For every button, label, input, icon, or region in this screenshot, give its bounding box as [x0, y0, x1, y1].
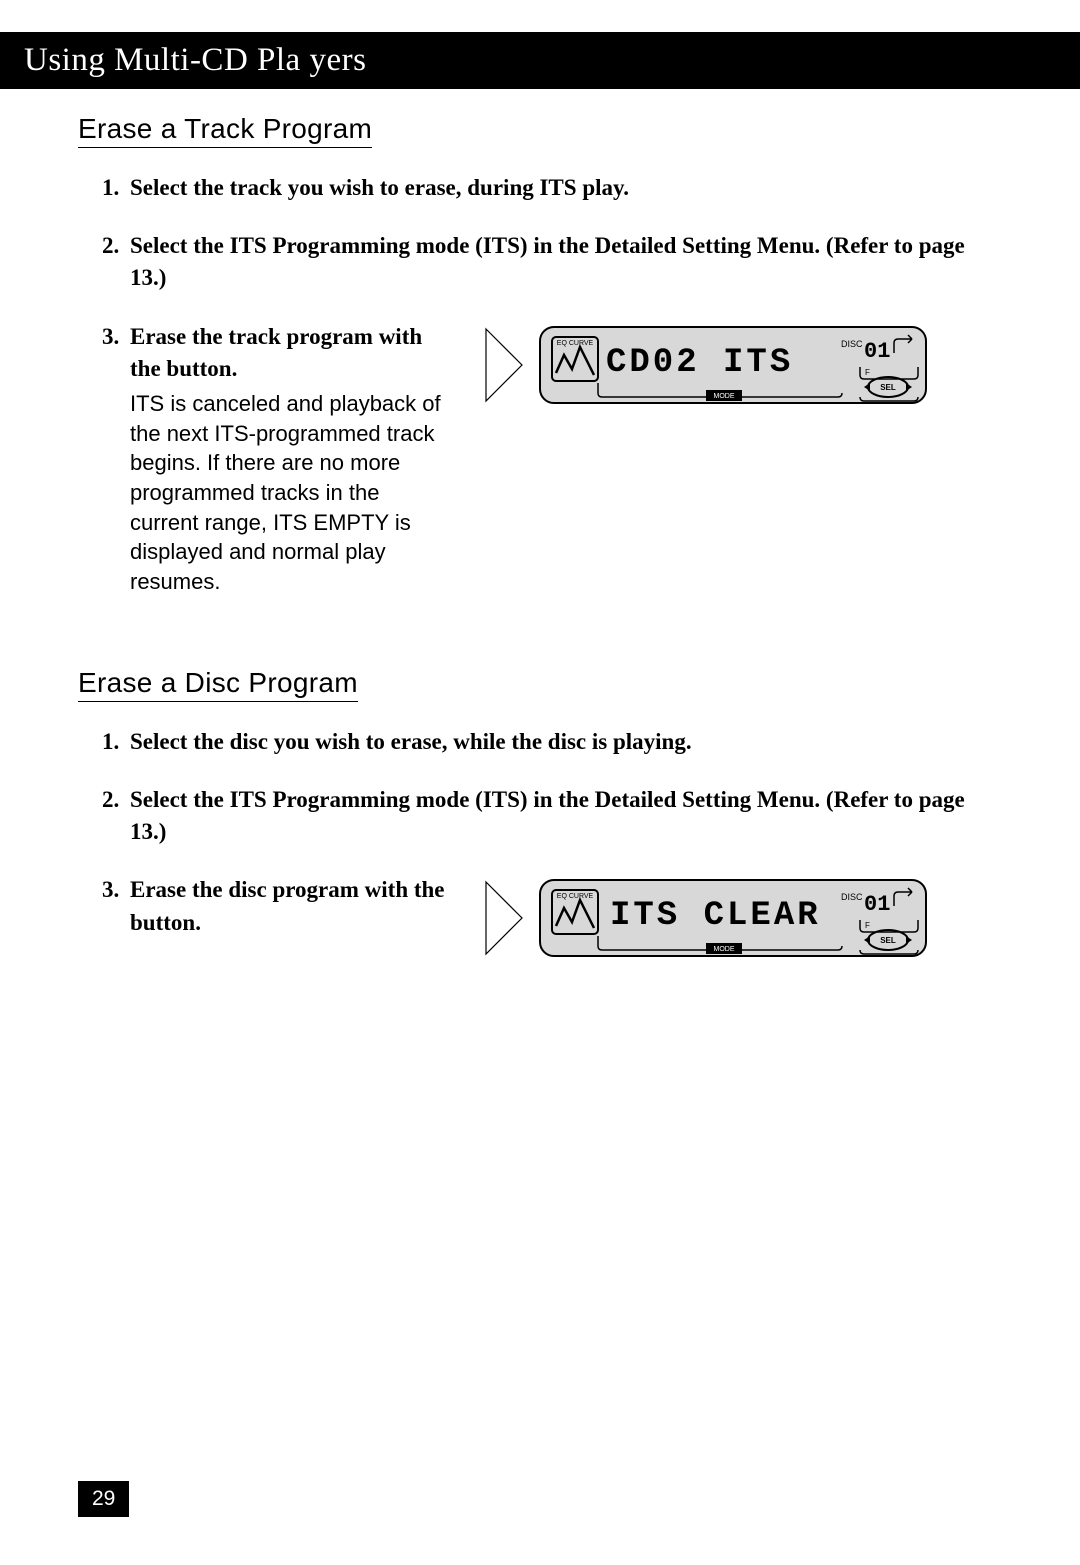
lcd-main-text: CD02 ITS: [606, 344, 793, 382]
step-item: 3. Erase the disc program with the butto…: [102, 874, 1002, 958]
eq-curve-label: EQ CURVE: [557, 893, 594, 900]
mode-label: MODE: [714, 393, 735, 400]
f-label: F: [865, 368, 870, 377]
step-bold-text: Select the track you wish to erase, duri…: [130, 172, 1002, 204]
eq-curve-label: EQ CURVE: [557, 340, 594, 347]
sel-label: SEL: [880, 383, 896, 392]
disc-label: DISC: [841, 892, 863, 902]
step-bold-text: Select the ITS Programming mode (ITS) in…: [130, 230, 1002, 294]
step-item: 1. Select the track you wish to erase, d…: [102, 172, 1002, 204]
lcd-main-text: ITS CLEAR: [610, 897, 821, 935]
step-item: 3. Erase the track program with the butt…: [102, 321, 1002, 597]
disc-label: DISC: [841, 339, 863, 349]
subsection-heading: Erase a Disc Program: [78, 667, 358, 702]
page-title: Using Multi-CD Pla yers: [24, 42, 366, 78]
step-bold-text: Select the disc you wish to erase, while…: [130, 726, 1002, 758]
step-bold-text: Select the ITS Programming mode (ITS) in…: [130, 784, 1002, 848]
lcd-screen: EQ CURVE CD02 ITS DISC 01 MODE: [538, 325, 928, 405]
page-content: Erase a Track Program 1. Select the trac…: [0, 113, 1080, 958]
disc-number: 01: [864, 892, 890, 917]
sel-label: SEL: [880, 936, 896, 945]
disc-number: 01: [864, 339, 890, 364]
step-list: 1. Select the disc you wish to erase, wh…: [102, 726, 1002, 959]
subsection-heading: Erase a Track Program: [78, 113, 372, 148]
step-item: 2. Select the ITS Programming mode (ITS)…: [102, 784, 1002, 848]
step-body-text: ITS is canceled and playback of the next…: [130, 389, 452, 597]
section-erase-disc: Erase a Disc Program 1. Select the disc …: [78, 667, 1002, 959]
right-triangle-button-icon: [482, 325, 526, 405]
page-title-bar: Using Multi-CD Pla yers: [0, 32, 1080, 89]
right-triangle-button-icon: [482, 878, 526, 958]
step-number: 3.: [102, 321, 130, 385]
mode-label: MODE: [714, 946, 735, 953]
step-item: 2. Select the ITS Programming mode (ITS)…: [102, 230, 1002, 294]
step-number: 3.: [102, 874, 130, 938]
section-erase-track: Erase a Track Program 1. Select the trac…: [78, 113, 1002, 597]
display-illustration: EQ CURVE CD02 ITS DISC 01 MODE: [482, 321, 1002, 405]
display-illustration: EQ CURVE ITS CLEAR DISC 01 MODE F: [482, 874, 1002, 958]
step-bold-text: Erase the disc program with the button.: [130, 874, 452, 938]
step-number: 2.: [102, 230, 130, 294]
step-item: 1. Select the disc you wish to erase, wh…: [102, 726, 1002, 758]
step-number: 1.: [102, 726, 130, 758]
step-bold-text: Erase the track program with the button.: [130, 321, 452, 385]
step-list: 1. Select the track you wish to erase, d…: [102, 172, 1002, 597]
f-label: F: [865, 921, 870, 930]
step-number: 2.: [102, 784, 130, 848]
lcd-screen: EQ CURVE ITS CLEAR DISC 01 MODE F: [538, 878, 928, 958]
page-number: 29: [78, 1481, 129, 1517]
step-number: 1.: [102, 172, 130, 204]
